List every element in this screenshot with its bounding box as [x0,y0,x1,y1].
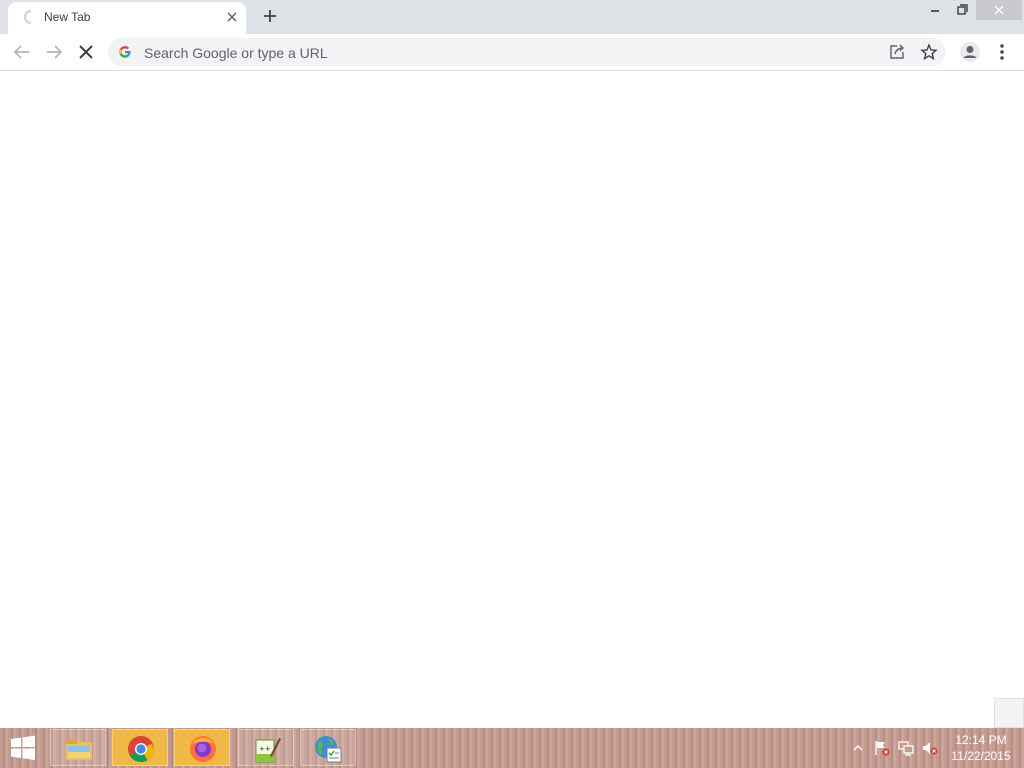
omnibox[interactable] [108,38,946,68]
google-g-icon [119,46,131,58]
svg-text:++: ++ [259,745,271,753]
show-hidden-icons-chevron-up-icon[interactable] [850,740,866,756]
minimize-icon[interactable] [922,0,948,20]
chrome-icon [128,736,155,763]
corner-widget [994,698,1024,728]
back-icon[interactable] [10,40,34,64]
notepad-plus-plus-icon: ++ [255,738,281,763]
browser-toolbar [0,34,1024,71]
taskbar-chrome[interactable] [112,729,168,766]
tab-strip: New Tab [0,0,1024,34]
taskbar-globe-app[interactable] [300,729,356,766]
folder-icon [66,739,92,760]
menu-kebab-icon[interactable] [990,40,1014,64]
network-icon[interactable] [898,740,914,756]
tab-title: New Tab [44,10,91,24]
profile-avatar-icon[interactable] [958,40,982,64]
close-window-icon[interactable] [976,0,1022,20]
taskbar-firefox[interactable] [174,729,230,766]
taskbar-file-explorer[interactable] [50,729,106,766]
action-center-flag-icon[interactable] [874,740,890,756]
firefox-icon [190,736,216,762]
loading-spinner-icon [24,10,32,24]
clock-time[interactable]: 12:14 PM [948,733,1014,747]
address-input[interactable] [142,38,846,68]
globe-checklist-icon [315,736,342,763]
new-tab-icon[interactable] [260,6,280,26]
page-content [0,71,1024,728]
taskbar-notepadpp[interactable]: ++ [238,729,294,766]
volume-muted-icon[interactable] [922,740,938,756]
clock-date[interactable]: 11/22/2015 [948,749,1014,763]
close-tab-icon[interactable] [224,9,240,25]
windows-start-icon[interactable] [8,734,38,762]
forward-icon[interactable] [42,40,66,64]
share-icon[interactable] [888,43,906,61]
stop-loading-icon[interactable] [74,40,98,64]
bookmark-star-icon[interactable] [920,43,938,61]
tab-new-tab[interactable]: New Tab [8,2,246,34]
taskbar: ++ 12:14 PM 11/22/2015 [0,728,1024,768]
restore-icon[interactable] [949,0,975,20]
